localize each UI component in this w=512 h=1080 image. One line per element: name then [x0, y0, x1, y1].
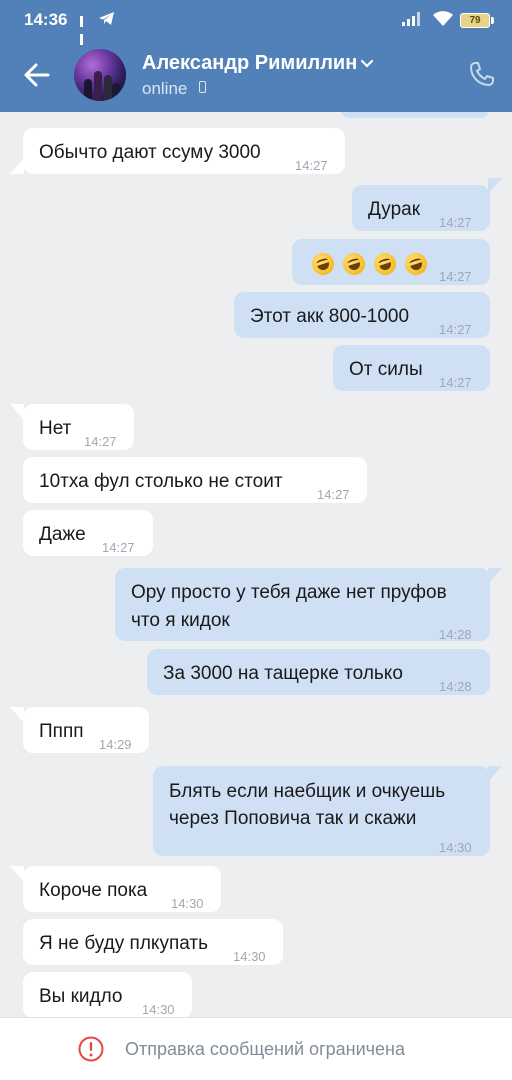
back-arrow-icon[interactable] [22, 60, 52, 90]
bubble-tail [10, 707, 24, 723]
message-time: 14:27 [295, 158, 328, 173]
message-incoming[interactable]: Пппп 14:29 [23, 707, 149, 753]
message-time: 14:30 [439, 840, 472, 855]
message-text: Вы кидло [39, 986, 123, 1007]
message-text: За 3000 на тащерке только [163, 663, 403, 684]
restriction-notice: Отправка сообщений ограничена [125, 1039, 405, 1059]
bubble-tail [10, 404, 24, 420]
laughing-emoji-icon [402, 250, 430, 278]
message-time: 14:27 [439, 269, 472, 284]
status-bar: 14:36 79 [0, 0, 512, 45]
message-text: Я не буду плкупать [39, 933, 208, 954]
laughing-emoji-icon [371, 250, 399, 278]
chevron-down-icon[interactable] [360, 59, 374, 69]
message-incoming[interactable]: Обычто дают ссуму 3000 14:27 [23, 128, 345, 174]
message-text-line-1: Блять если наебщик и очкуешь [169, 781, 446, 802]
avatar[interactable] [74, 49, 126, 101]
message-text-line-2: через Поповича так и скажи [169, 808, 417, 829]
chat-history[interactable]: Обычто дают ссуму 3000 14:27 Дурак 14:27… [0, 0, 512, 1080]
message-text: Обычто дают ссуму 3000 [39, 142, 261, 163]
message-time: 14:27 [84, 434, 117, 449]
chat-header: 14:36 79 Александр Римиллин online [0, 0, 512, 112]
message-incoming[interactable]: Короче пока 14:30 [23, 866, 221, 912]
battery-icon: 79 [460, 13, 494, 28]
message-incoming[interactable]: Вы кидло 14:30 [23, 972, 192, 1018]
message-time: 14:28 [439, 627, 472, 642]
message-incoming[interactable]: Нет 14:27 [23, 404, 134, 450]
laughing-emoji-icon [309, 250, 337, 278]
mobile-device-icon [199, 81, 206, 93]
signal-icon [402, 12, 420, 26]
message-time: 14:27 [102, 540, 135, 555]
message-outgoing[interactable]: Дурак 14:27 [352, 185, 490, 231]
message-text: Пппп [39, 721, 84, 742]
message-text: 10тха фул столько не стоит [39, 471, 283, 492]
laughing-emoji-icon [340, 250, 368, 278]
message-time: 14:30 [233, 949, 266, 964]
message-time: 14:27 [317, 487, 350, 502]
message-time: 14:29 [99, 737, 132, 752]
message-text: Короче пока [39, 880, 148, 901]
message-text: Даже [39, 524, 86, 545]
message-outgoing[interactable]: Ору просто у тебя даже нет пруфов что я … [115, 568, 490, 642]
message-time: 14:28 [439, 679, 472, 694]
message-text-line-1: Ору просто у тебя даже нет пруфов [131, 582, 447, 603]
message-incoming[interactable]: Даже 14:27 [23, 510, 153, 556]
message-text: Нет [39, 418, 72, 439]
bubble-tail [10, 866, 24, 882]
phone-call-icon[interactable] [468, 60, 496, 88]
bubble-tail [488, 766, 502, 782]
wifi-icon [433, 11, 453, 26]
message-text: От силы [349, 359, 423, 380]
warning-circle-icon [78, 1036, 104, 1062]
message-outgoing[interactable]: 14:27 [292, 239, 490, 285]
message-outgoing[interactable]: От силы 14:27 [333, 345, 490, 391]
message-time: 14:27 [439, 215, 472, 230]
contact-name[interactable]: Александр Римиллин [142, 52, 357, 75]
bubble-tail [488, 178, 502, 194]
message-incoming[interactable]: 10тха фул столько не стоит 14:27 [23, 457, 367, 503]
message-text: Этот акк 800-1000 [250, 306, 410, 327]
emoji-row [309, 250, 436, 279]
status-time: 14:36 [24, 10, 68, 29]
message-text: Дурак [368, 199, 421, 220]
bubble-tail [10, 158, 24, 174]
message-time: 14:27 [439, 322, 472, 337]
message-outgoing[interactable]: Этот акк 800-1000 14:27 [234, 292, 490, 338]
messaging-restricted-bar: Отправка сообщений ограничена [0, 1017, 512, 1080]
contact-status: online [142, 79, 188, 98]
message-outgoing[interactable]: За 3000 на тащерке только 14:28 [147, 649, 490, 695]
bubble-tail [488, 568, 502, 584]
telegram-icon [99, 12, 114, 25]
message-outgoing[interactable]: Блять если наебщик и очкуешь через Попов… [153, 766, 490, 856]
message-time: 14:30 [171, 896, 204, 911]
message-time: 14:27 [439, 375, 472, 390]
message-incoming[interactable]: Я не буду плкупать 14:30 [23, 919, 283, 965]
pause-icon [80, 14, 91, 45]
message-text-line-2: что я кидок [131, 610, 230, 631]
